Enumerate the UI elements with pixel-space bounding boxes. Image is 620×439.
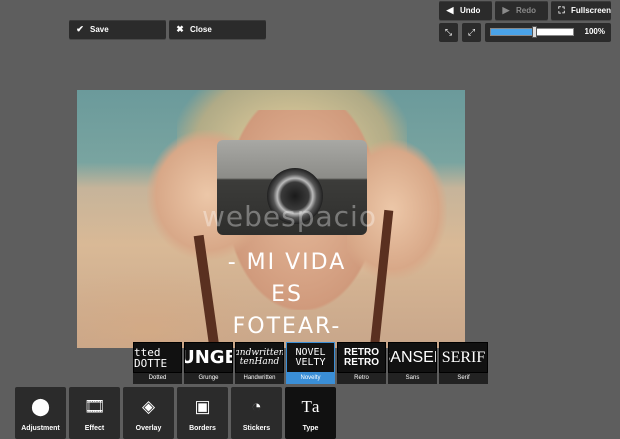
undo-label: Undo bbox=[460, 6, 481, 15]
tool-type[interactable]: Tа Type bbox=[285, 387, 336, 439]
font-retro[interactable]: RETRO RETRO Retro bbox=[337, 342, 386, 384]
close-button[interactable]: ✖ Close bbox=[169, 20, 266, 39]
check-icon: ✔ bbox=[76, 24, 84, 34]
zoom-slider[interactable] bbox=[490, 26, 574, 38]
border-frame-icon: ▣ bbox=[194, 397, 211, 416]
tool-label: Effect bbox=[84, 425, 105, 432]
watermark-text: webespacio bbox=[202, 200, 377, 233]
overlay-text-line-1[interactable]: - MI VIDA bbox=[157, 250, 417, 275]
font-label: Handwritten bbox=[235, 373, 284, 384]
undo-button[interactable]: ◀ Undo bbox=[439, 1, 492, 20]
zoom-in-icon: ⤢ bbox=[467, 27, 476, 37]
photo-canvas[interactable]: webespacio - MI VIDA ES FOTEAR- bbox=[77, 90, 465, 348]
fullscreen-button[interactable]: ⛶ Fullscreen bbox=[551, 1, 611, 20]
zoom-out-icon: ⤡ bbox=[444, 27, 453, 37]
font-label: Novelty bbox=[286, 373, 335, 384]
font-novelty[interactable]: NOVEL VELTY Novelty bbox=[286, 342, 335, 384]
font-serif[interactable]: SERIF Serif bbox=[439, 342, 488, 384]
arrow-right-icon: ▶ bbox=[502, 5, 510, 15]
tool-borders[interactable]: ▣ Borders bbox=[177, 387, 228, 439]
zoom-slider-fill bbox=[491, 29, 535, 35]
tool-label: Stickers bbox=[242, 425, 271, 432]
close-label: Close bbox=[190, 25, 212, 34]
fullscreen-icon: ⛶ bbox=[558, 5, 565, 15]
tool-effect[interactable]: 🎞 Effect bbox=[69, 387, 120, 439]
layers-icon: ◈ bbox=[141, 397, 156, 416]
zoom-control: 100% bbox=[485, 23, 611, 42]
font-preview: tted DOTTE bbox=[133, 342, 182, 373]
zoom-in-button[interactable]: ⤢ bbox=[462, 23, 481, 42]
tool-label: Adjustment bbox=[21, 425, 60, 432]
tool-stickers[interactable]: ◔ Stickers bbox=[231, 387, 282, 439]
redo-button[interactable]: ▶ Redo bbox=[495, 1, 548, 20]
tool-adjustment[interactable]: ⬤ Adjustment bbox=[15, 387, 66, 439]
tool-label: Type bbox=[302, 425, 319, 432]
tool-label: Overlay bbox=[135, 425, 162, 432]
fullscreen-label: Fullscreen bbox=[570, 6, 611, 15]
overlay-text-line-3[interactable]: FOTEAR- bbox=[157, 314, 417, 339]
font-preview: UNGE bbox=[184, 342, 233, 373]
sticker-icon: ◔ bbox=[251, 397, 262, 416]
font-label: Serif bbox=[439, 373, 488, 384]
font-preview: NOVEL VELTY bbox=[286, 342, 335, 373]
font-preview: andwritten tenHand bbox=[235, 342, 284, 373]
adjustment-icon: ⬤ bbox=[30, 397, 51, 416]
close-icon: ✖ bbox=[176, 24, 184, 34]
font-grunge[interactable]: UNGE Grunge bbox=[184, 342, 233, 384]
save-label: Save bbox=[90, 25, 109, 34]
font-dotted[interactable]: tted DOTTE Dotted bbox=[133, 342, 182, 384]
zoom-value: 100% bbox=[584, 27, 605, 36]
font-label: Retro bbox=[337, 373, 386, 384]
redo-label: Redo bbox=[516, 6, 536, 15]
save-button[interactable]: ✔ Save bbox=[69, 20, 166, 39]
font-label: Grunge bbox=[184, 373, 233, 384]
font-preview: RETRO RETRO bbox=[337, 342, 386, 373]
arrow-left-icon: ◀ bbox=[446, 5, 454, 15]
type-icon: Tа bbox=[301, 397, 320, 416]
tool-label: Borders bbox=[189, 425, 216, 432]
font-preview: SERIF bbox=[439, 342, 488, 373]
tool-overlay[interactable]: ◈ Overlay bbox=[123, 387, 174, 439]
zoom-slider-thumb[interactable] bbox=[531, 26, 537, 38]
zoom-out-button[interactable]: ⤡ bbox=[439, 23, 458, 42]
film-icon: 🎞 bbox=[83, 397, 106, 416]
font-label: Dotted bbox=[133, 373, 182, 384]
font-sans[interactable]: SANSER Sans bbox=[388, 342, 437, 384]
font-handwritten[interactable]: andwritten tenHand Handwritten bbox=[235, 342, 284, 384]
font-label: Sans bbox=[388, 373, 437, 384]
font-preview: SANSER bbox=[388, 342, 437, 373]
overlay-text-line-2[interactable]: ES bbox=[157, 282, 417, 307]
